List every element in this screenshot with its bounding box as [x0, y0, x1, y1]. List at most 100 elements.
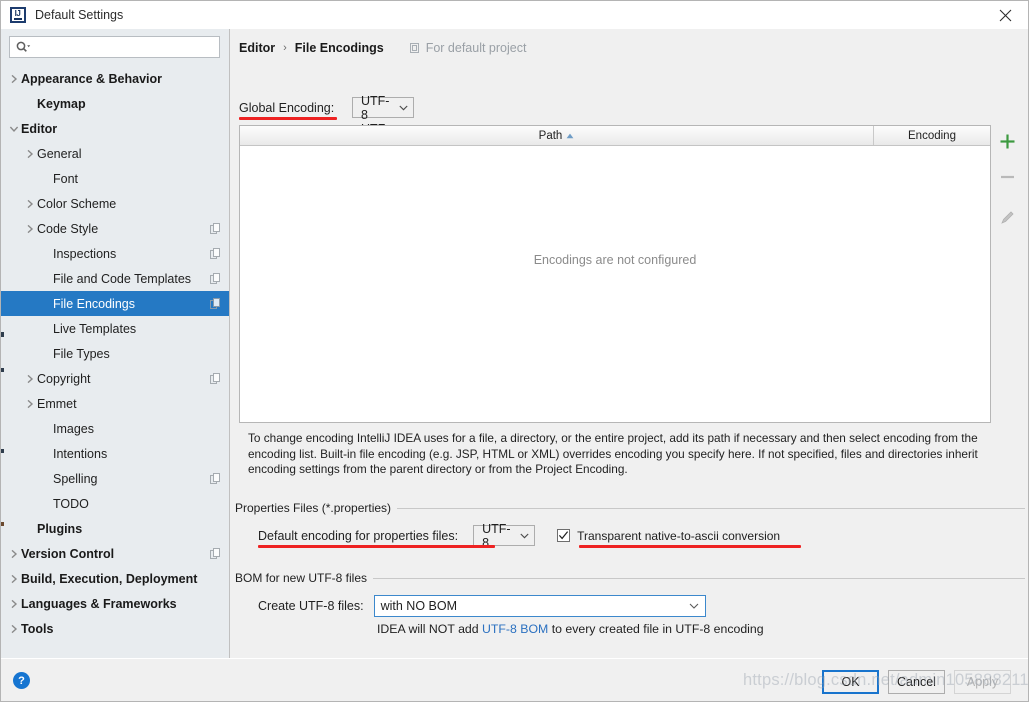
sidebar-item-copyright[interactable]: Copyright [1, 366, 229, 391]
default-properties-encoding-label: Default encoding for properties files: [258, 528, 459, 543]
sidebar-item-build-execution-deployment[interactable]: Build, Execution, Deployment [1, 566, 229, 591]
project-scope-badge-icon [210, 273, 221, 284]
remove-encoding-button[interactable] [994, 163, 1020, 191]
sidebar-item-inspections[interactable]: Inspections [1, 241, 229, 266]
chevron-down-icon [520, 533, 529, 539]
sidebar-item-label: Editor [21, 121, 58, 136]
chevron-right-icon[interactable] [23, 149, 37, 159]
chevron-right-icon[interactable] [23, 374, 37, 384]
ok-button-label: OK [841, 675, 860, 689]
annotation-underline-transparent [579, 545, 801, 548]
column-header-path-label: Path [538, 129, 563, 142]
cancel-button-label: Cancel [897, 675, 936, 689]
chevron-down-icon [399, 105, 408, 111]
global-encoding-value: UTF-8 [361, 93, 390, 122]
group-divider [397, 507, 1025, 509]
project-scope-badge-icon [210, 248, 221, 259]
utf8-bom-link[interactable]: UTF-8 BOM [482, 622, 548, 636]
sidebar-item-label: File and Code Templates [53, 271, 192, 286]
sidebar-item-version-control[interactable]: Version Control [1, 541, 229, 566]
sidebar-item-code-style[interactable]: Code Style [1, 216, 229, 241]
column-header-encoding[interactable]: Encoding [874, 126, 990, 145]
close-window-button[interactable] [983, 1, 1028, 29]
sidebar-item-images[interactable]: Images [1, 416, 229, 441]
create-utf8-files-select[interactable]: with NO BOM [373, 595, 706, 617]
column-header-path[interactable]: Path [240, 126, 874, 145]
add-encoding-button[interactable] [994, 127, 1020, 155]
sidebar-item-label: TODO [53, 496, 89, 511]
sidebar-item-emmet[interactable]: Emmet [1, 391, 229, 416]
bom-hint-prefix: IDEA will NOT add [377, 622, 483, 636]
sidebar-item-label: File Encodings [53, 296, 135, 311]
global-encoding-row: Global Encoding: UTF-8 [239, 94, 414, 122]
properties-files-group-header: Properties Files (*.properties) [235, 501, 1025, 515]
sidebar-item-todo[interactable]: TODO [1, 491, 229, 516]
chevron-right-icon[interactable] [23, 199, 37, 209]
chevron-down-icon[interactable] [7, 125, 21, 133]
dialog-footer: ? OK Cancel Apply [1, 658, 1028, 701]
breadcrumb-parent[interactable]: Editor [239, 41, 275, 55]
breadcrumb-separator: › [283, 42, 287, 54]
cancel-button[interactable]: Cancel [888, 670, 945, 694]
sidebar-item-keymap[interactable]: Keymap [1, 91, 229, 116]
sidebar-item-font[interactable]: Font [1, 166, 229, 191]
global-encoding-select[interactable]: UTF-8 [352, 94, 414, 122]
chevron-right-icon[interactable] [7, 74, 21, 84]
chevron-right-icon[interactable] [23, 224, 37, 234]
close-icon [999, 9, 1012, 21]
bom-group-header: BOM for new UTF-8 files [235, 571, 1025, 585]
sidebar-item-file-encodings[interactable]: File Encodings [1, 291, 229, 316]
chevron-right-icon[interactable] [23, 399, 37, 409]
annotation-underline-default-encoding [258, 545, 495, 548]
project-scope-badge-icon [210, 223, 221, 234]
sidebar-item-tools[interactable]: Tools [1, 616, 229, 641]
help-button[interactable]: ? [13, 672, 30, 689]
sidebar-item-editor[interactable]: Editor [1, 116, 229, 141]
sidebar-item-file-types[interactable]: File Types [1, 341, 229, 366]
sidebar-item-label: Version Control [21, 546, 115, 561]
settings-content: Editor › File Encodings For default proj… [231, 29, 1028, 658]
dialog-buttons: OK Cancel Apply [822, 670, 1011, 694]
edge-artifact [1, 449, 4, 453]
help-glyph: ? [18, 674, 25, 687]
ok-button[interactable]: OK [822, 670, 879, 694]
window-titlebar: IJ Default Settings [1, 1, 1028, 29]
sidebar-item-intentions[interactable]: Intentions [1, 441, 229, 466]
search-input[interactable] [9, 36, 220, 58]
sidebar-item-label: Intentions [53, 446, 108, 461]
sidebar-item-general[interactable]: General [1, 141, 229, 166]
sidebar-item-label: File Types [53, 346, 110, 361]
transparent-native-to-ascii-label: Transparent native-to-ascii conversion [577, 528, 781, 543]
apply-button-label: Apply [966, 675, 999, 689]
sidebar-item-label: Appearance & Behavior [21, 71, 163, 86]
breadcrumb: Editor › File Encodings For default proj… [239, 41, 526, 55]
chevron-right-icon[interactable] [7, 574, 21, 584]
table-body[interactable]: Encodings are not configured [240, 146, 990, 422]
settings-dialog: IJ Default Settings Appearance & Behavio… [0, 0, 1029, 702]
edit-pencil-icon [1000, 210, 1014, 224]
sidebar-item-label: Plugins [37, 521, 83, 536]
apply-button: Apply [954, 670, 1011, 694]
checkmark-icon [559, 531, 569, 540]
sidebar-item-label: General [37, 146, 82, 161]
chevron-right-icon[interactable] [7, 549, 21, 559]
default-properties-encoding-select[interactable]: UTF-8 [473, 522, 536, 550]
sidebar-item-appearance-behavior[interactable]: Appearance & Behavior [1, 66, 229, 91]
transparent-native-to-ascii-checkbox[interactable]: Transparent native-to-ascii conversion [557, 529, 780, 543]
sidebar-item-file-and-code-templates[interactable]: File and Code Templates [1, 266, 229, 291]
create-utf8-files-row: Create UTF-8 files: with NO BOM [258, 595, 706, 617]
sidebar-item-plugins[interactable]: Plugins [1, 516, 229, 541]
chevron-right-icon[interactable] [7, 599, 21, 609]
edge-artifact [1, 368, 4, 372]
checkbox-box [557, 529, 571, 542]
sidebar-item-label: Color Scheme [37, 196, 117, 211]
create-utf8-files-label: Create UTF-8 files: [258, 599, 364, 613]
sidebar-item-languages-frameworks[interactable]: Languages & Frameworks [1, 591, 229, 616]
sidebar-item-spelling[interactable]: Spelling [1, 466, 229, 491]
sidebar-item-color-scheme[interactable]: Color Scheme [1, 191, 229, 216]
sidebar-item-live-templates[interactable]: Live Templates [1, 316, 229, 341]
edit-encoding-button[interactable] [994, 203, 1020, 231]
chevron-right-icon[interactable] [7, 624, 21, 634]
sidebar-item-label: Font [53, 171, 79, 186]
project-scope-badge-icon [210, 548, 221, 559]
